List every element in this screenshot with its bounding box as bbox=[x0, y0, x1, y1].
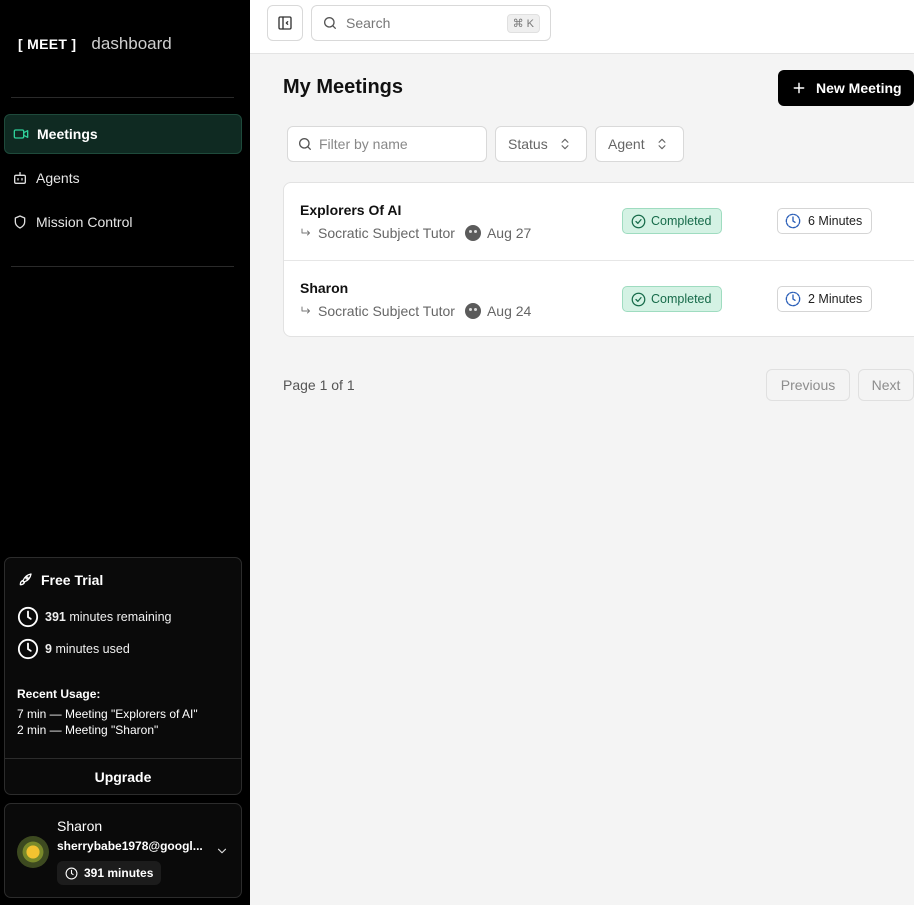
meeting-meta: Socratic Subject Tutor Aug 24 bbox=[300, 303, 531, 319]
status-text: Completed bbox=[651, 214, 712, 228]
minutes-used-value: 9 bbox=[45, 642, 52, 656]
clock-fading-icon bbox=[785, 213, 801, 229]
trial-title: Free Trial bbox=[17, 572, 103, 588]
sidebar-item-mission-control[interactable]: Mission Control bbox=[4, 202, 242, 242]
avatar bbox=[17, 836, 49, 868]
sidebar-item-meetings[interactable]: Meetings bbox=[4, 114, 242, 154]
clock-icon bbox=[17, 638, 39, 660]
chevrons-up-down-icon bbox=[658, 138, 666, 150]
sidebar-item-label: Meetings bbox=[37, 126, 98, 142]
clock-icon bbox=[65, 867, 78, 879]
corner-down-right-icon bbox=[301, 228, 310, 236]
status-text: Completed bbox=[651, 292, 712, 306]
agent-filter-dropdown[interactable]: Agent bbox=[595, 126, 684, 162]
search-icon bbox=[324, 17, 336, 29]
sidebar-item-agents[interactable]: Agents bbox=[4, 158, 242, 198]
video-icon bbox=[13, 129, 29, 139]
minutes-remaining: 391 minutes remaining bbox=[17, 606, 171, 628]
duration-badge: 6 Minutes bbox=[777, 208, 873, 234]
brand[interactable]: [ MEET ] dashboard bbox=[18, 34, 172, 54]
sidebar-divider bbox=[11, 97, 234, 98]
brand-logo: [ MEET ] bbox=[18, 36, 77, 52]
sidebar-item-label: Mission Control bbox=[36, 214, 133, 230]
minutes-used-label: minutes used bbox=[55, 642, 130, 656]
duration-text: 2 Minutes bbox=[808, 292, 863, 306]
sidebar-divider bbox=[11, 266, 234, 267]
sidebar-toggle-button[interactable] bbox=[267, 5, 303, 41]
new-meeting-label: New Meeting bbox=[816, 80, 902, 96]
status-badge: Completed bbox=[622, 208, 722, 234]
agent-avatar-icon bbox=[464, 303, 481, 319]
recent-usage-item: 7 min — Meeting "Explorers of AI" bbox=[17, 707, 198, 721]
shortcut-key: K bbox=[526, 17, 534, 30]
filter-input[interactable] bbox=[319, 136, 479, 152]
topbar: Search ⌘ K bbox=[250, 0, 914, 54]
filter-by-name-field[interactable] bbox=[287, 126, 487, 162]
clock-fading-icon bbox=[785, 291, 801, 307]
user-menu[interactable]: Sharon sherrybabe1978@googl... 391 minut… bbox=[4, 803, 242, 898]
table-row[interactable]: Sharon Socratic Subject Tutor Aug 24 Com… bbox=[284, 260, 914, 337]
previous-page-button[interactable]: Previous bbox=[766, 369, 850, 401]
pagination-info: Page 1 of 1 bbox=[283, 377, 355, 393]
meetings-table: Explorers Of AI Socratic Subject Tutor A… bbox=[283, 182, 914, 337]
agent-avatar-icon bbox=[464, 225, 481, 241]
clock-icon bbox=[17, 606, 39, 628]
free-trial-card: Free Trial 391 minutes remaining 9 minut… bbox=[4, 557, 242, 795]
recent-usage: Recent Usage: 7 min — Meeting "Explorers… bbox=[17, 686, 198, 738]
panel-left-icon bbox=[278, 16, 292, 30]
recent-usage-item: 2 min — Meeting "Sharon" bbox=[17, 723, 159, 737]
recent-usage-title: Recent Usage: bbox=[17, 687, 101, 701]
table-row[interactable]: Explorers Of AI Socratic Subject Tutor A… bbox=[284, 183, 914, 260]
status-filter-dropdown[interactable]: Status bbox=[495, 126, 587, 162]
meeting-date: Aug 27 bbox=[486, 225, 532, 241]
meeting-name: Sharon bbox=[300, 280, 349, 296]
meeting-date: Aug 24 bbox=[486, 303, 532, 319]
search-placeholder: Search bbox=[346, 15, 391, 31]
duration-text: 6 Minutes bbox=[808, 214, 863, 228]
meeting-name: Explorers Of AI bbox=[300, 202, 402, 218]
minutes-badge-text: 391 minutes bbox=[84, 866, 154, 880]
search-icon bbox=[299, 138, 311, 150]
plus-icon bbox=[793, 82, 805, 94]
command-icon: ⌘ bbox=[512, 18, 524, 30]
bot-icon bbox=[14, 172, 26, 184]
agent-name: Socratic Subject Tutor bbox=[318, 225, 455, 241]
meeting-meta: Socratic Subject Tutor Aug 27 bbox=[300, 225, 531, 241]
page-title: My Meetings bbox=[283, 76, 404, 98]
user-email: sherrybabe1978@googl... bbox=[57, 839, 203, 853]
brand-subtitle: dashboard bbox=[91, 34, 172, 53]
check-circle-icon bbox=[631, 214, 646, 228]
user-name: Sharon bbox=[57, 818, 103, 834]
sidebar-item-label: Agents bbox=[36, 170, 80, 186]
agent-filter-label: Agent bbox=[608, 136, 645, 152]
chevrons-up-down-icon bbox=[561, 138, 569, 150]
corner-down-right-icon bbox=[301, 306, 310, 314]
trial-title-text: Free Trial bbox=[41, 572, 104, 588]
status-filter-label: Status bbox=[508, 136, 548, 152]
agent-name: Socratic Subject Tutor bbox=[318, 303, 455, 319]
sidebar: [ MEET ] dashboard Meetings Agents Missi… bbox=[0, 0, 250, 905]
minutes-used: 9 minutes used bbox=[17, 638, 130, 660]
search-input[interactable]: Search ⌘ K bbox=[311, 5, 551, 41]
status-badge: Completed bbox=[622, 286, 722, 312]
duration-badge: 2 Minutes bbox=[777, 286, 873, 312]
keyboard-shortcut: ⌘ K bbox=[506, 14, 540, 33]
shield-icon bbox=[14, 215, 26, 229]
rocket-icon bbox=[19, 573, 32, 586]
minutes-remaining-label: minutes remaining bbox=[69, 610, 172, 624]
minutes-remaining-value: 391 bbox=[45, 610, 66, 624]
upgrade-button[interactable]: Upgrade bbox=[5, 759, 241, 795]
check-circle-icon bbox=[631, 292, 646, 306]
minutes-badge: 391 minutes bbox=[57, 861, 162, 885]
new-meeting-button[interactable]: New Meeting bbox=[778, 70, 914, 106]
next-page-button[interactable]: Next bbox=[858, 369, 914, 401]
chevron-down-icon[interactable] bbox=[215, 844, 229, 858]
